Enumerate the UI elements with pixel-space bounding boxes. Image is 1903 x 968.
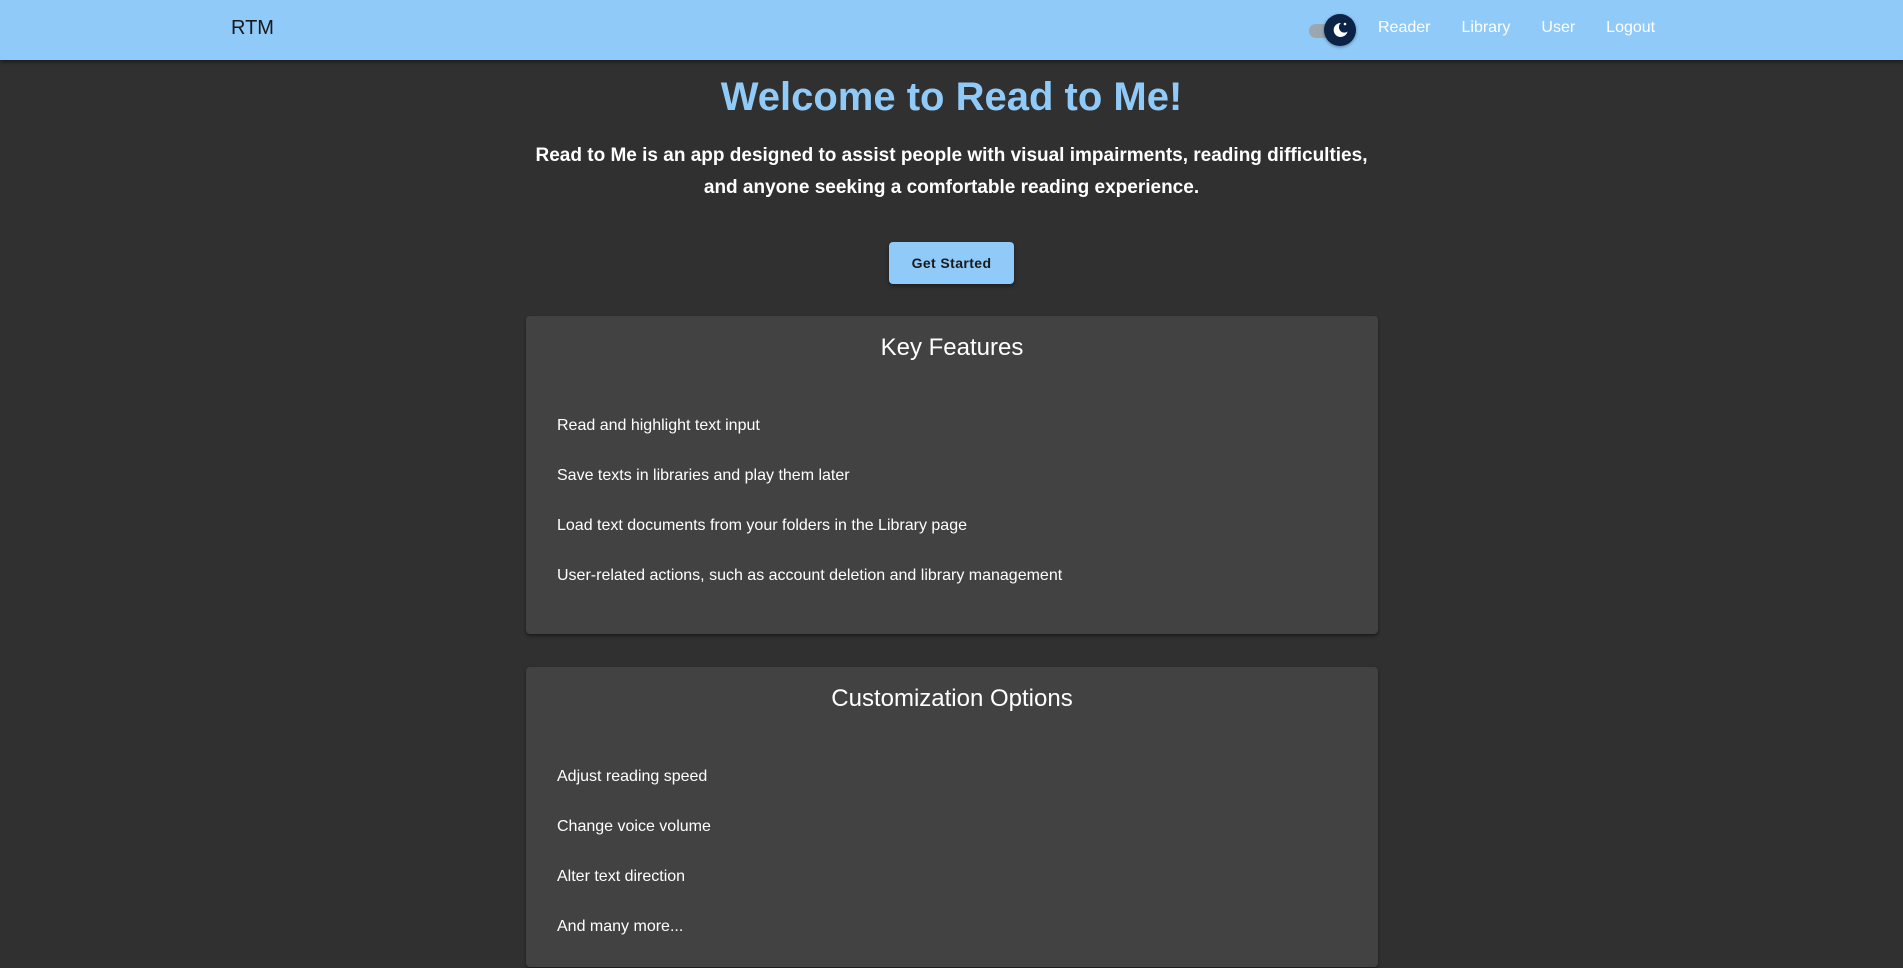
customization-options-list: Adjust reading speed Change voice volume… (557, 768, 711, 968)
nav-links: Reader Library User Logout (1378, 19, 1686, 37)
toggle-thumb (1324, 14, 1356, 46)
list-item: User-related actions, such as account de… (557, 567, 1063, 584)
list-item: And many more... (557, 918, 684, 935)
list-item: Save texts in libraries and play them la… (557, 467, 850, 484)
list-item: Change voice volume (557, 818, 711, 835)
nav-link-logout[interactable]: Logout (1606, 19, 1655, 37)
list-item: Adjust reading speed (557, 768, 708, 785)
moon-icon (1333, 22, 1348, 37)
top-navbar: RTM Reader Library User Logout (0, 0, 1903, 60)
list-item: Read and highlight text input (557, 417, 760, 434)
key-features-title: Key Features (880, 334, 1024, 361)
key-features-list: Read and highlight text input Save texts… (557, 417, 1062, 617)
theme-toggle-switch[interactable] (1306, 14, 1358, 46)
nav-link-library[interactable]: Library (1461, 19, 1510, 37)
customization-options-title: Customization Options (831, 685, 1073, 712)
nav-link-reader[interactable]: Reader (1378, 19, 1430, 37)
get-started-button[interactable]: Get Started (889, 242, 1014, 284)
list-item: Load text documents from your folders in… (557, 517, 967, 534)
nav-link-user[interactable]: User (1541, 19, 1575, 37)
customization-options-card: Customization Options Adjust reading spe… (526, 667, 1378, 967)
list-item: Alter text direction (557, 868, 686, 885)
brand-logo-text[interactable]: RTM (231, 17, 274, 40)
page-title: Welcome to Read to Me! (720, 75, 1183, 119)
key-features-card: Key Features Read and highlight text inp… (526, 316, 1378, 634)
hero-description: Read to Me is an app designed to assist … (535, 145, 1368, 198)
